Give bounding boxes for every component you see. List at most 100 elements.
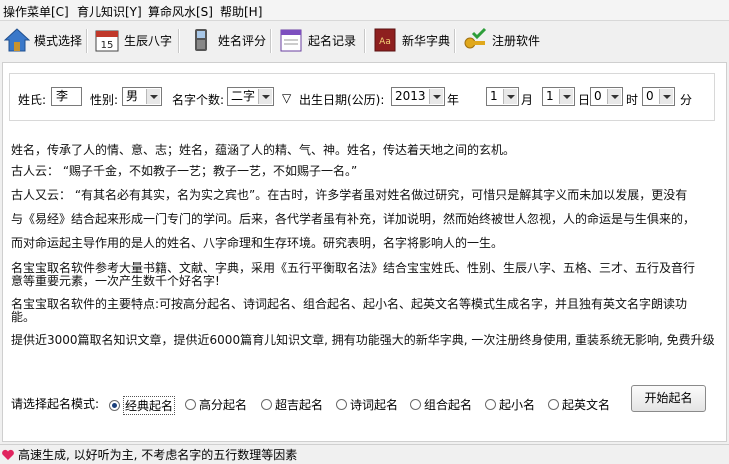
radio-dot[interactable] xyxy=(336,399,347,410)
radio-label: 高分起名 xyxy=(199,398,248,412)
dictionary-button[interactable]: Aa 新华字典 xyxy=(372,25,450,55)
radio-dot[interactable] xyxy=(185,399,196,410)
intro-text: 名宝宝取名软件的主要特点:可按高分起名、诗词起名、组合起名、起小名、起英文名等模… xyxy=(11,297,688,311)
radio-nickname[interactable]: 起小名 xyxy=(485,396,535,413)
heart-icon xyxy=(2,449,14,460)
intro-text: 意等重要元素，一次产生数千个好名字! xyxy=(11,274,220,288)
radio-label: 起英文名 xyxy=(562,398,611,412)
radio-dot[interactable] xyxy=(261,399,272,410)
month-unit: 月 xyxy=(521,93,534,107)
chevron-down-icon xyxy=(146,89,160,104)
name-length-select[interactable]: 二字 xyxy=(227,87,274,106)
name-score-button[interactable]: 姓名评分 xyxy=(188,25,266,55)
toolbar-separator xyxy=(86,29,88,53)
radio-label: 起小名 xyxy=(499,398,536,412)
chevron-down-icon xyxy=(659,89,673,104)
day-value: 1 xyxy=(546,89,554,103)
surname-input[interactable]: 李 xyxy=(51,87,82,106)
radio-dot[interactable] xyxy=(109,400,120,411)
mode-label: 请选择起名模式: xyxy=(11,397,100,411)
house-icon xyxy=(4,28,30,52)
gender-value: 男 xyxy=(126,89,139,103)
triangle-icon: ▽ xyxy=(282,91,292,105)
hour-unit: 时 xyxy=(626,93,639,107)
radio-high-score[interactable]: 高分起名 xyxy=(185,396,247,413)
mode-select-label: 模式选择 xyxy=(34,33,83,48)
intro-text: 姓名，传承了人的情、意、志；姓名，蕴涵了人的精、气、神。姓名，传达着天地之间的玄… xyxy=(11,143,516,157)
intro-text: 古人又云： “有其名必有其实，名为实之宾也”。在古时，许多学者虽对姓名做过研究，… xyxy=(11,188,688,202)
minute-select[interactable]: 0 xyxy=(642,87,675,106)
toolbar-separator xyxy=(454,29,456,53)
surname-label: 姓氏: xyxy=(18,93,47,107)
menu-help[interactable]: 帮助[H] xyxy=(220,3,262,20)
day-select[interactable]: 1 xyxy=(542,87,575,106)
radio-english[interactable]: 起英文名 xyxy=(548,396,610,413)
chevron-down-icon xyxy=(607,89,621,104)
intro-text: 而对命运起主导作用的是人的姓名、八字命理和生存环境。研究表明，名字将影响人的一生… xyxy=(11,236,504,250)
naming-records-label: 起名记录 xyxy=(308,33,357,48)
radio-combo[interactable]: 组合起名 xyxy=(410,396,472,413)
menu-parenting[interactable]: 育儿知识[Y] xyxy=(77,3,142,20)
year-select[interactable]: 2013 xyxy=(391,87,445,106)
intro-text: 能。 xyxy=(11,310,36,324)
chevron-down-icon xyxy=(559,89,573,104)
month-select[interactable]: 1 xyxy=(486,87,519,106)
toolbar-separator xyxy=(270,29,272,53)
day-unit: 日 xyxy=(578,93,591,107)
phone-icon xyxy=(195,29,207,51)
intro-text: 提供近3000篇取名知识文章，提供近6000篇育儿知识文章, 拥有功能强大的新华… xyxy=(11,333,715,347)
minute-value: 0 xyxy=(646,89,654,103)
mode-select-button[interactable]: 模式选择 xyxy=(4,25,82,55)
calendar-icon: 15 xyxy=(95,30,119,52)
hour-value: 0 xyxy=(594,89,602,103)
radio-dot[interactable] xyxy=(548,399,559,410)
menu-bar: 操作菜单[C] 育儿知识[Y] 算命风水[S] 帮助[H] xyxy=(0,0,729,21)
radio-label: 超吉起名 xyxy=(275,398,324,412)
birth-chart-button[interactable]: 15 生辰八字 xyxy=(94,25,172,55)
intro-text: 名宝宝取名软件参考大量书籍、文献、字典，采用《五行平衡取名法》结合宝宝姓氏、性别… xyxy=(11,261,696,275)
intro-text: 古人云： “赐子千金，不如教子一艺；教子一艺，不如赐子一名。” xyxy=(11,164,358,178)
status-text: 高速生成, 以好听为主, 不考虑名字的五行数理等因素 xyxy=(18,448,298,462)
toolbar-separator xyxy=(178,29,180,53)
minute-unit: 分 xyxy=(680,93,693,107)
register-button[interactable]: 注册软件 xyxy=(462,25,540,55)
toolbar-separator xyxy=(364,29,366,53)
chevron-down-icon xyxy=(429,89,443,104)
name-length-value: 二字 xyxy=(231,89,256,103)
menu-operate[interactable]: 操作菜单[C] xyxy=(3,3,69,20)
notepad-icon xyxy=(280,29,302,52)
status-bar: 高速生成, 以好听为主, 不考虑名字的五行数理等因素 xyxy=(0,444,729,464)
toolbar: 模式选择 15 生辰八字 姓名评分 起名记录 Aa 新华字典 注册软件 xyxy=(0,21,729,61)
birth-date-label: 出生日期(公历): xyxy=(299,93,385,107)
birth-chart-label: 生辰八字 xyxy=(124,33,173,48)
radio-poetry[interactable]: 诗词起名 xyxy=(336,396,398,413)
svg-text:15: 15 xyxy=(101,40,114,51)
key-icon xyxy=(464,27,487,49)
year-value: 2013 xyxy=(395,89,426,103)
radio-dot[interactable] xyxy=(410,399,421,410)
chevron-down-icon xyxy=(503,89,517,104)
radio-classic[interactable]: 经典起名 xyxy=(109,396,176,415)
name-score-label: 姓名评分 xyxy=(218,33,267,48)
radio-label: 诗词起名 xyxy=(350,398,399,412)
input-form: 姓氏: 李 性别: 男 名字个数: 二字 ▽ 出生日期(公历): 2013 年 … xyxy=(9,73,715,121)
radio-label: 经典起名 xyxy=(123,396,176,415)
gender-label: 性别: xyxy=(90,93,119,107)
start-naming-button[interactable]: 开始起名 xyxy=(631,385,706,412)
intro-text: 与《易经》结合起来形成一门专门的学问。后来，各代学者虽有补充，详加说明，然而始终… xyxy=(11,212,696,226)
month-value: 1 xyxy=(490,89,498,103)
naming-records-button[interactable]: 起名记录 xyxy=(278,25,356,55)
name-length-label: 名字个数: xyxy=(172,93,225,107)
chevron-down-icon xyxy=(258,89,272,104)
gender-select[interactable]: 男 xyxy=(122,87,162,106)
radio-label: 组合起名 xyxy=(424,398,473,412)
hour-select[interactable]: 0 xyxy=(590,87,623,106)
menu-fortune[interactable]: 算命风水[S] xyxy=(148,3,213,20)
dictionary-icon: Aa xyxy=(374,28,396,52)
dictionary-label: 新华字典 xyxy=(402,33,451,48)
main-panel: 姓氏: 李 性别: 男 名字个数: 二字 ▽ 出生日期(公历): 2013 年 … xyxy=(2,62,727,442)
radio-dot[interactable] xyxy=(485,399,496,410)
svg-text:Aa: Aa xyxy=(379,37,391,47)
radio-lucky[interactable]: 超吉起名 xyxy=(261,396,323,413)
register-label: 注册软件 xyxy=(492,33,541,48)
